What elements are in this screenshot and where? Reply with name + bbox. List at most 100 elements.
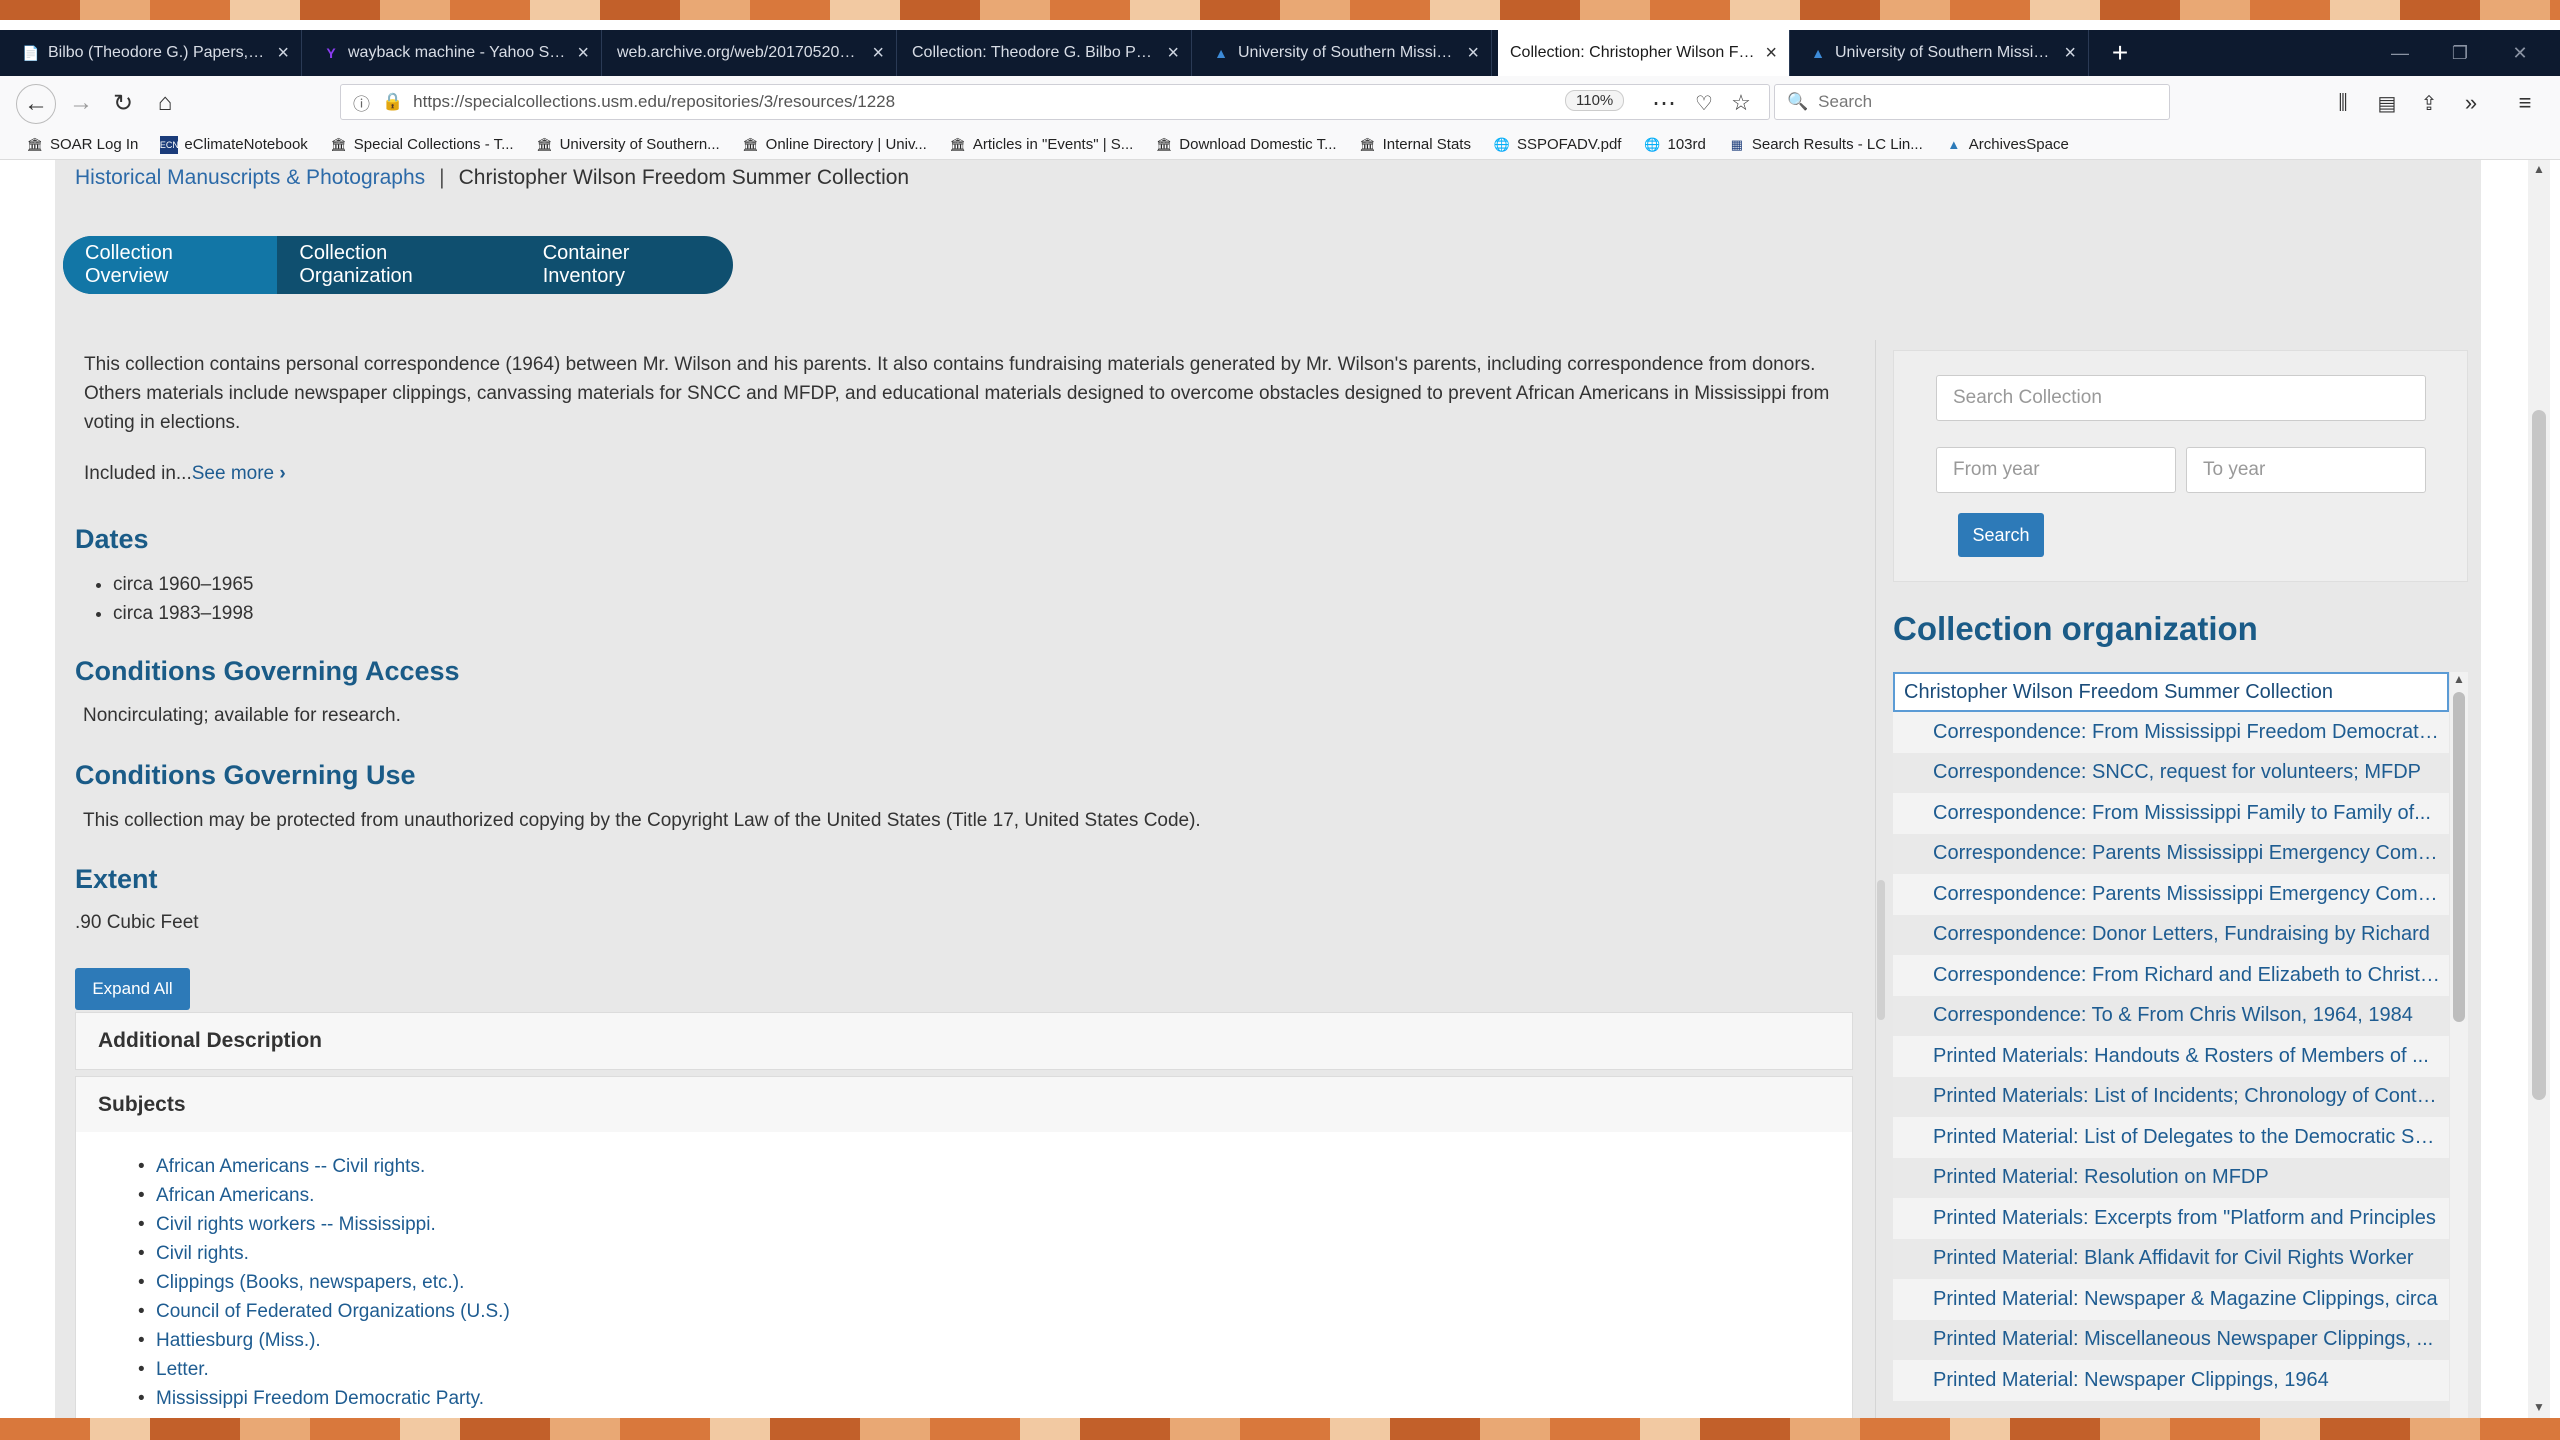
tree-root-item[interactable]: Christopher Wilson Freedom Summer Collec…: [1893, 672, 2449, 712]
scroll-up-icon[interactable]: ▲: [2450, 672, 2468, 686]
tree-item[interactable]: Printed Material: Blank Affidavit for Ci…: [1893, 1238, 2449, 1279]
forward-icon[interactable]: →: [62, 84, 100, 122]
page-scrollbar[interactable]: ▲ ▼: [2528, 160, 2550, 1418]
browser-tab[interactable]: ▲ University of Southern Mississippi ×: [1200, 30, 1492, 76]
minimize-icon[interactable]: —: [2370, 30, 2430, 76]
expand-all-button[interactable]: Expand All: [75, 968, 190, 1010]
bookmark-item[interactable]: ▲ ArchivesSpace: [1945, 136, 2069, 154]
tree-item[interactable]: Correspondence: Parents Mississippi Emer…: [1893, 874, 2449, 915]
tree-item[interactable]: Printed Material: Newspaper Clippings, 1…: [1893, 1360, 2449, 1401]
star-icon[interactable]: ☆: [1722, 84, 1760, 122]
bookmark-item[interactable]: 🏛 SOAR Log In: [26, 136, 139, 154]
tree-item[interactable]: Correspondence: Parents Mississippi Emer…: [1893, 833, 2449, 874]
bookmark-item[interactable]: 🏛 Special Collections - T...: [330, 136, 514, 154]
accordion-additional-description[interactable]: Additional Description: [75, 1012, 1853, 1070]
accordion-heading[interactable]: Additional Description: [76, 1013, 1852, 1069]
tree-item[interactable]: Printed Material: Resolution on MFDP: [1893, 1157, 2449, 1198]
tree-item-label: Printed Materials: List of Incidents; Ch…: [1933, 1085, 2443, 1108]
bookmark-item[interactable]: 🌐 SSPOFADV.pdf: [1493, 136, 1622, 154]
browser-tab[interactable]: Y wayback machine - Yahoo Search ×: [310, 30, 602, 76]
search-collection-input[interactable]: Search Collection: [1936, 375, 2426, 421]
tree-item[interactable]: Printed Material: Newspaper & Magazine C…: [1893, 1279, 2449, 1320]
restore-icon[interactable]: ❐: [2430, 30, 2490, 76]
tree-item[interactable]: Correspondence: From Mississippi Freedom…: [1893, 712, 2449, 753]
tree-item[interactable]: Correspondence: Donor Letters, Fundraisi…: [1893, 914, 2449, 955]
to-year-input[interactable]: To year: [2186, 447, 2426, 493]
tree-scrollbar-thumb[interactable]: [2453, 692, 2465, 1022]
subject-link[interactable]: Hattiesburg (Miss.).: [138, 1326, 510, 1355]
page-scrollbar-thumb[interactable]: [2532, 410, 2546, 1100]
overflow-menu-icon[interactable]: »: [2452, 84, 2490, 122]
subject-link[interactable]: Civil rights.: [138, 1239, 510, 1268]
browser-tab[interactable]: Collection: Theodore G. Bilbo Papers ×: [900, 30, 1192, 76]
dates-heading: Dates: [75, 524, 149, 554]
back-icon[interactable]: ←: [16, 84, 56, 124]
close-tab-icon[interactable]: ×: [2064, 42, 2076, 65]
page-viewport: Historical Manuscripts & Photographs | Chr…: [0, 160, 2560, 1418]
close-tab-icon[interactable]: ×: [1167, 42, 1179, 65]
tab-container-inventory[interactable]: Container Inventory: [521, 236, 733, 294]
close-tab-icon[interactable]: ×: [872, 42, 884, 65]
bookmark-item[interactable]: 🏛 Internal Stats: [1359, 136, 1471, 154]
home-icon[interactable]: ⌂: [146, 84, 184, 122]
browser-tab[interactable]: ▲ University of Southern Mississippi ×: [1797, 30, 2089, 76]
bookmark-item[interactable]: 🌐 103rd: [1643, 136, 1705, 154]
zoom-level[interactable]: 110%: [1565, 90, 1625, 111]
tree-item[interactable]: Printed Material: Miscellaneous Newspape…: [1893, 1319, 2449, 1360]
url-text[interactable]: https://specialcollections.usm.edu/repos…: [413, 92, 895, 112]
close-tab-icon[interactable]: ×: [277, 42, 289, 65]
subject-link[interactable]: Civil rights workers -- Mississippi.: [138, 1210, 510, 1239]
tree-item[interactable]: Correspondence: From Richard and Elizabe…: [1893, 955, 2449, 996]
scroll-up-icon[interactable]: ▲: [2528, 162, 2550, 176]
tree-scrollbar[interactable]: ▲: [2450, 672, 2468, 1418]
bookmark-item[interactable]: ▦ Search Results - LC Lin...: [1728, 136, 1923, 154]
search-button[interactable]: Search: [1958, 513, 2044, 557]
page-actions-icon[interactable]: ⋯: [1645, 84, 1683, 122]
subject-link[interactable]: Clippings (Books, newspapers, etc.).: [138, 1268, 510, 1297]
tree-item[interactable]: Correspondence: SNCC, request for volunt…: [1893, 752, 2449, 793]
new-tab-icon[interactable]: +: [2100, 30, 2140, 76]
hamburger-menu-icon[interactable]: ≡: [2506, 84, 2544, 122]
subject-link[interactable]: African Americans -- Civil rights.: [138, 1152, 510, 1181]
extension-icon[interactable]: ⇪: [2410, 84, 2448, 122]
close-tab-icon[interactable]: ×: [577, 42, 589, 65]
subject-link[interactable]: Council of Federated Organizations (U.S.…: [138, 1297, 510, 1326]
info-icon[interactable]: ⓘ: [353, 90, 370, 115]
sidebar-icon[interactable]: ▤: [2368, 84, 2406, 122]
close-tab-icon[interactable]: ×: [1467, 42, 1479, 65]
bookmark-item[interactable]: ECN eClimateNotebook: [160, 135, 308, 154]
from-year-input[interactable]: From year: [1936, 447, 2176, 493]
breadcrumb-parent-link[interactable]: Historical Manuscripts & Photographs: [75, 166, 425, 189]
tree-item[interactable]: Printed Materials: Handouts & Rosters of…: [1893, 1036, 2449, 1077]
accordion-subjects[interactable]: Subjects: [75, 1076, 1853, 1133]
bookmark-item[interactable]: 🏛 Articles in "Events" | S...: [949, 136, 1134, 154]
tab-collection-overview[interactable]: Collection Overview: [63, 236, 278, 294]
browser-tab[interactable]: 📄 Bilbo (Theodore G.) Papers, 1905–19 ×: [10, 30, 302, 76]
bookmark-item[interactable]: 🏛 Online Directory | Univ...: [742, 136, 926, 154]
tree-item[interactable]: Correspondence: To & From Chris Wilson, …: [1893, 995, 2449, 1036]
see-more-link[interactable]: See more: [192, 463, 274, 484]
main-scrollbar-thumb[interactable]: [1877, 880, 1885, 1020]
reload-icon[interactable]: ↻: [104, 84, 142, 122]
browser-search-input[interactable]: 🔍 Search: [1774, 84, 2170, 120]
url-bar[interactable]: ⓘ 🔒 https://specialcollections.usm.edu/r…: [340, 84, 1770, 120]
bookmark-item[interactable]: 🏛 Download Domestic T...: [1155, 136, 1337, 154]
tree-item[interactable]: Printed Materials: Excerpts from "Platfo…: [1893, 1198, 2449, 1239]
close-window-icon[interactable]: ✕: [2490, 30, 2550, 76]
pocket-icon[interactable]: ♡: [1685, 84, 1723, 122]
close-tab-icon[interactable]: ×: [1765, 42, 1777, 65]
bookmark-item[interactable]: 🏛 University of Southern...: [536, 136, 719, 154]
tab-collection-organization[interactable]: Collection Organization: [277, 236, 520, 294]
tree-item[interactable]: Correspondence: From Mississippi Family …: [1893, 793, 2449, 834]
subject-link[interactable]: Letter.: [138, 1355, 510, 1384]
accordion-heading[interactable]: Subjects: [76, 1077, 1852, 1133]
tree-item[interactable]: Printed Material: List of Delegates to t…: [1893, 1117, 2449, 1158]
subject-link[interactable]: Mississippi Freedom Democratic Party.: [138, 1384, 510, 1413]
library-icon[interactable]: ⫼: [2324, 84, 2362, 122]
subject-link[interactable]: African Americans.: [138, 1181, 510, 1210]
browser-tab[interactable]: web.archive.org/web/20170520172 ×: [605, 30, 897, 76]
browser-tab-active[interactable]: Collection: Christopher Wilson Freedom ×: [1498, 30, 1790, 76]
collection-overview: This collection contains personal corres…: [75, 350, 1875, 485]
scroll-down-icon[interactable]: ▼: [2528, 1400, 2550, 1414]
tree-item[interactable]: Printed Materials: List of Incidents; Ch…: [1893, 1076, 2449, 1117]
